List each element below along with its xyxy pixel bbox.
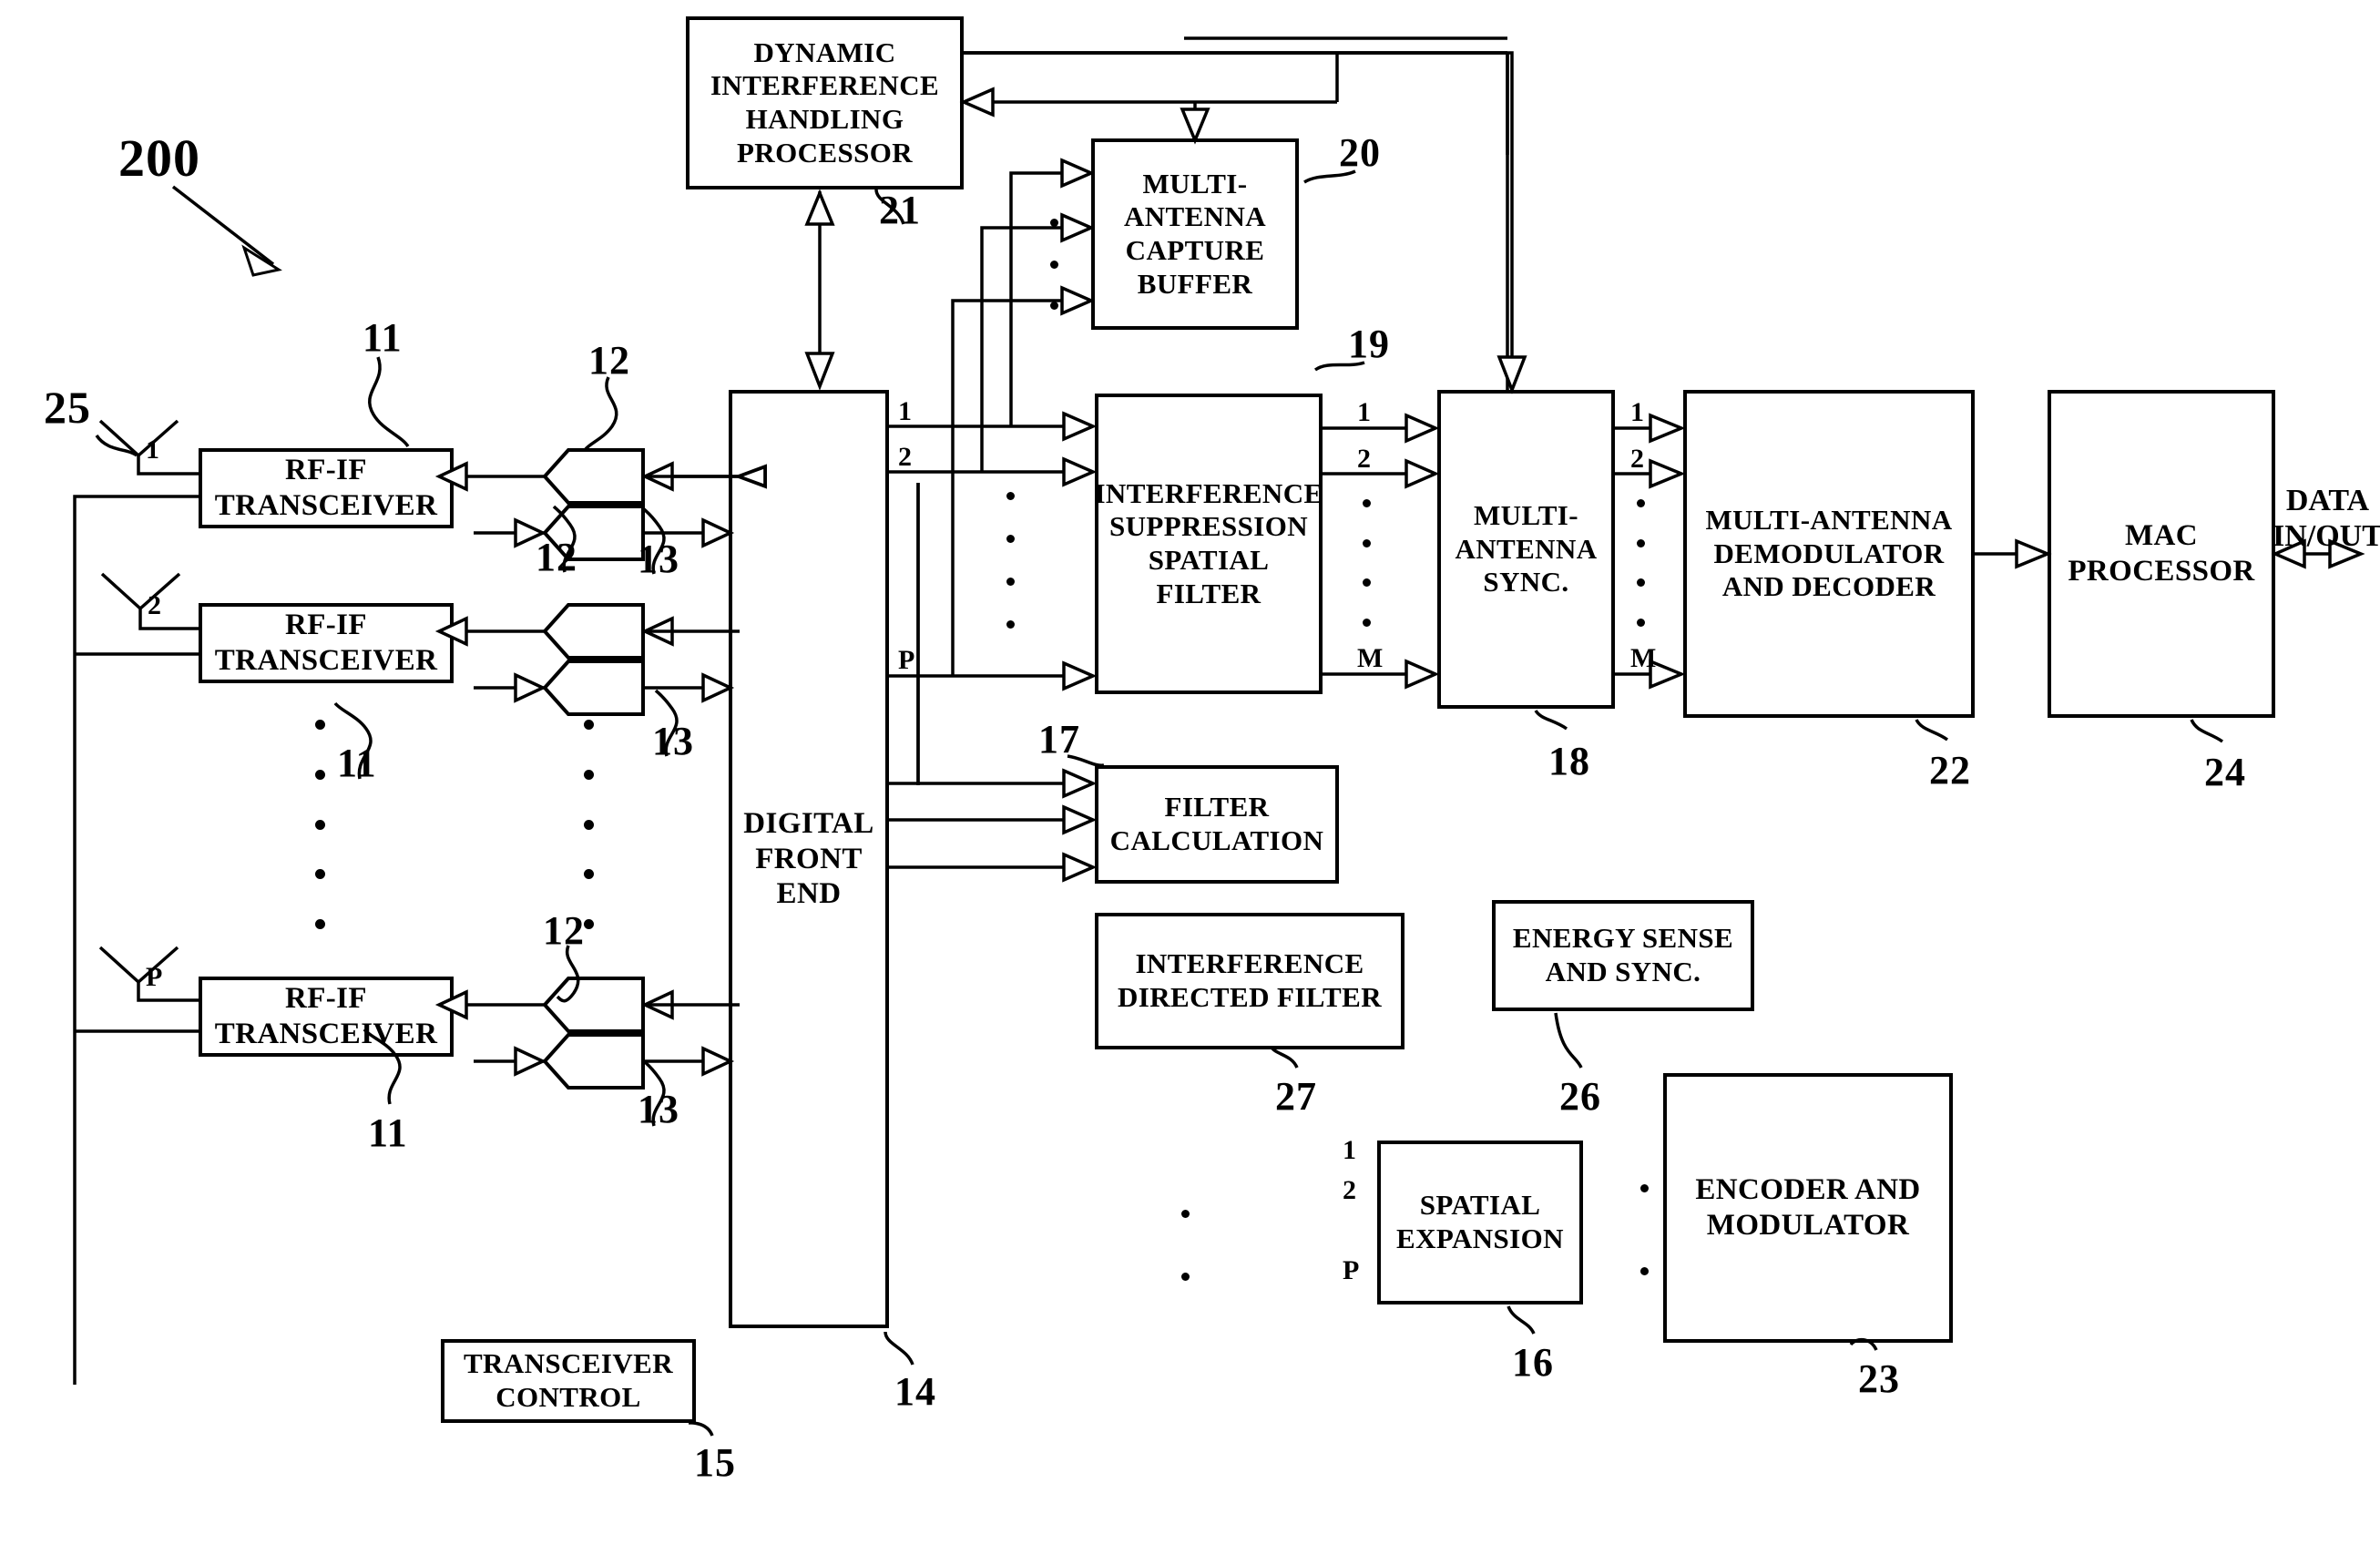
block-rf-if-transceiver-1[interactable]: RF-IF TRANSCEIVER [199, 448, 454, 528]
block-label: RF-IF TRANSCEIVER [214, 454, 438, 522]
numeral-13-c: 13 [638, 1087, 679, 1131]
block-energy-sense-and-sync[interactable]: ENERGY SENSE AND SYNC. [1492, 900, 1754, 1011]
block-label: TRANSCEIVER CONTROL [463, 1347, 674, 1413]
block-label: RF-IF TRANSCEIVER [214, 982, 438, 1050]
block-interference-directed-filter[interactable]: INTERFERENCE DIRECTED FILTER [1095, 913, 1405, 1049]
iss-port-m: M [1357, 643, 1384, 673]
numeral-15: 15 [694, 1440, 736, 1485]
se-port-p: P [1343, 1255, 1360, 1285]
numeral-14: 14 [894, 1369, 936, 1414]
block-rf-if-transceiver-2[interactable]: RF-IF TRANSCEIVER [199, 603, 454, 683]
iss-port-2: 2 [1357, 444, 1371, 474]
numeral-23: 23 [1858, 1356, 1900, 1401]
numeral-19: 19 [1348, 322, 1390, 366]
numeral-12-a: 12 [588, 338, 630, 383]
numeral-12-c: 12 [543, 908, 585, 953]
sync-port-2: 2 [1630, 444, 1644, 474]
dfe-port-1: 1 [898, 396, 912, 426]
numeral-13-b: 13 [652, 719, 694, 763]
block-interference-suppression-spatial-filter[interactable]: INTERFERENCE SUPPRESSION SPATIAL FILTER [1094, 394, 1323, 694]
block-transceiver-control[interactable]: TRANSCEIVER CONTROL [441, 1339, 696, 1423]
antenna-label-1: 1 [146, 435, 159, 465]
numeral-21: 21 [879, 188, 921, 232]
ellipsis-spatial-expansion [1180, 1210, 1190, 1281]
patent-figure-200: 25 1 2 P RF-IF TRANSCEIVER 11 RF-IF TRAN… [0, 0, 2380, 1555]
antenna-label-p: P [146, 962, 163, 992]
block-label: INTERFERENCE SUPPRESSION SPATIAL FILTER [1094, 476, 1323, 609]
numeral-18: 18 [1548, 739, 1590, 783]
block-label: FILTER CALCULATION [1109, 791, 1324, 856]
numeral-22: 22 [1929, 748, 1971, 793]
block-label: MAC PROCESSOR [2068, 519, 2255, 588]
block-multi-antenna-sync[interactable]: MULTI- ANTENNA SYNC. [1437, 390, 1615, 709]
numeral-26: 26 [1559, 1074, 1601, 1119]
block-label: INTERFERENCE DIRECTED FILTER [1118, 947, 1382, 1013]
numeral-12-b: 12 [536, 535, 577, 579]
numeral-13-a: 13 [638, 537, 679, 581]
ellipsis-encoder-outputs [1639, 1184, 1649, 1275]
ellipsis-iss-ports [1362, 499, 1371, 627]
block-label: MULTI- ANTENNA CAPTURE BUFFER [1123, 167, 1267, 300]
block-label: ENCODER AND MODULATOR [1695, 1173, 1921, 1242]
block-label: DYNAMIC INTERFERENCE HANDLING PROCESSOR [710, 36, 940, 169]
numeral-20: 20 [1339, 130, 1381, 175]
ellipsis-converters [583, 720, 594, 929]
block-filter-calculation[interactable]: FILTER CALCULATION [1095, 765, 1339, 884]
antenna-label-2: 2 [148, 590, 161, 620]
block-dynamic-interference-handling-processor[interactable]: DYNAMIC INTERFERENCE HANDLING PROCESSOR [686, 16, 964, 189]
se-port-2: 2 [1343, 1175, 1356, 1205]
signal-data-in-out: DATA IN/OUT [2273, 484, 2380, 554]
block-label: ENERGY SENSE AND SYNC. [1512, 922, 1734, 987]
block-rf-if-transceiver-p[interactable]: RF-IF TRANSCEIVER [199, 977, 454, 1057]
block-label: DIGITAL FRONT END [743, 806, 874, 911]
numeral-24: 24 [2204, 750, 2246, 794]
se-port-1: 1 [1343, 1135, 1356, 1165]
numeral-11-a: 11 [363, 315, 403, 360]
dfe-port-p: P [898, 645, 915, 675]
numeral-27: 27 [1275, 1074, 1317, 1119]
ellipsis-sync-ports [1636, 499, 1645, 627]
numeral-11-b: 11 [337, 741, 377, 785]
sync-port-m: M [1630, 643, 1657, 673]
numeral-200: 200 [118, 128, 200, 188]
block-digital-front-end[interactable]: DIGITAL FRONT END [729, 390, 889, 1328]
block-multi-antenna-capture-buffer[interactable]: MULTI- ANTENNA CAPTURE BUFFER [1091, 138, 1299, 330]
iss-port-1: 1 [1357, 397, 1371, 427]
block-multi-antenna-demodulator-and-decoder[interactable]: MULTI-ANTENNA DEMODULATOR AND DECODER [1683, 390, 1975, 718]
ellipsis-capture-buffer-inputs [1049, 219, 1058, 310]
ellipsis-transceivers [314, 720, 325, 929]
sync-port-1: 1 [1630, 397, 1644, 427]
block-label: MULTI- ANTENNA SYNC. [1455, 499, 1598, 598]
block-encoder-and-modulator[interactable]: ENCODER AND MODULATOR [1663, 1073, 1953, 1343]
block-mac-processor[interactable]: MAC PROCESSOR [2048, 390, 2275, 718]
block-label: MULTI-ANTENNA DEMODULATOR AND DECODER [1705, 504, 1953, 603]
ellipsis-dfe-ports [1006, 492, 1015, 629]
numeral-16: 16 [1512, 1340, 1554, 1385]
numeral-25: 25 [44, 382, 91, 433]
numeral-11-c: 11 [368, 1110, 408, 1155]
block-label: RF-IF TRANSCEIVER [214, 609, 438, 677]
dfe-port-2: 2 [898, 442, 912, 472]
block-spatial-expansion[interactable]: SPATIAL EXPANSION [1377, 1141, 1583, 1304]
numeral-17: 17 [1038, 717, 1080, 762]
block-label: SPATIAL EXPANSION [1396, 1189, 1564, 1254]
